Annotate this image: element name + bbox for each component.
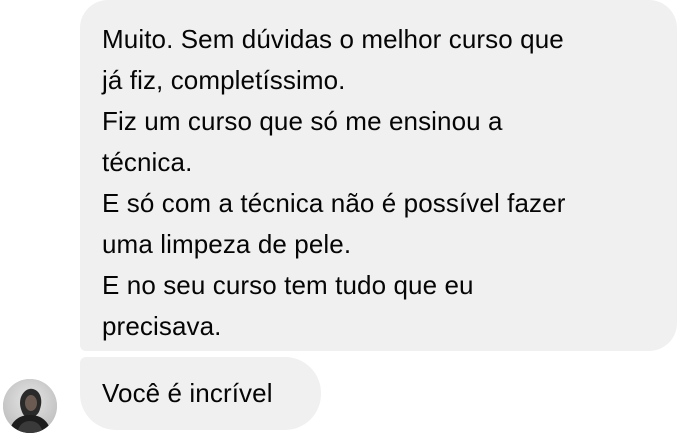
message-paragraph: Fiz um curso que só me ensinou a técnica… <box>102 101 657 183</box>
message-line: Fiz um curso que só me ensinou a <box>102 106 503 136</box>
avatar-image <box>3 379 57 433</box>
message-line: Muito. Sem dúvidas o melhor curso que <box>102 24 564 54</box>
message-line: E no seu curso tem tudo que eu <box>102 270 474 300</box>
message-text: Você é incrível <box>102 378 273 408</box>
sender-avatar[interactable] <box>3 379 57 433</box>
message-bubble[interactable]: Você é incrível <box>80 357 321 430</box>
message-line: já fiz, completíssimo. <box>102 65 346 95</box>
message-paragraph: E só com a técnica não é possível fazer … <box>102 183 657 265</box>
chat-thread: Muito. Sem dúvidas o melhor curso que já… <box>0 0 677 435</box>
message-line: precisava. <box>102 311 222 341</box>
message-bubble[interactable]: Muito. Sem dúvidas o melhor curso que já… <box>80 0 677 351</box>
message-paragraph: E no seu curso tem tudo que eu precisava… <box>102 265 657 347</box>
message-line: uma limpeza de pele. <box>102 229 352 259</box>
message-line: técnica. <box>102 147 193 177</box>
message-line: E só com a técnica não é possível fazer <box>102 188 566 218</box>
message-paragraph: Muito. Sem dúvidas o melhor curso que já… <box>102 19 657 101</box>
